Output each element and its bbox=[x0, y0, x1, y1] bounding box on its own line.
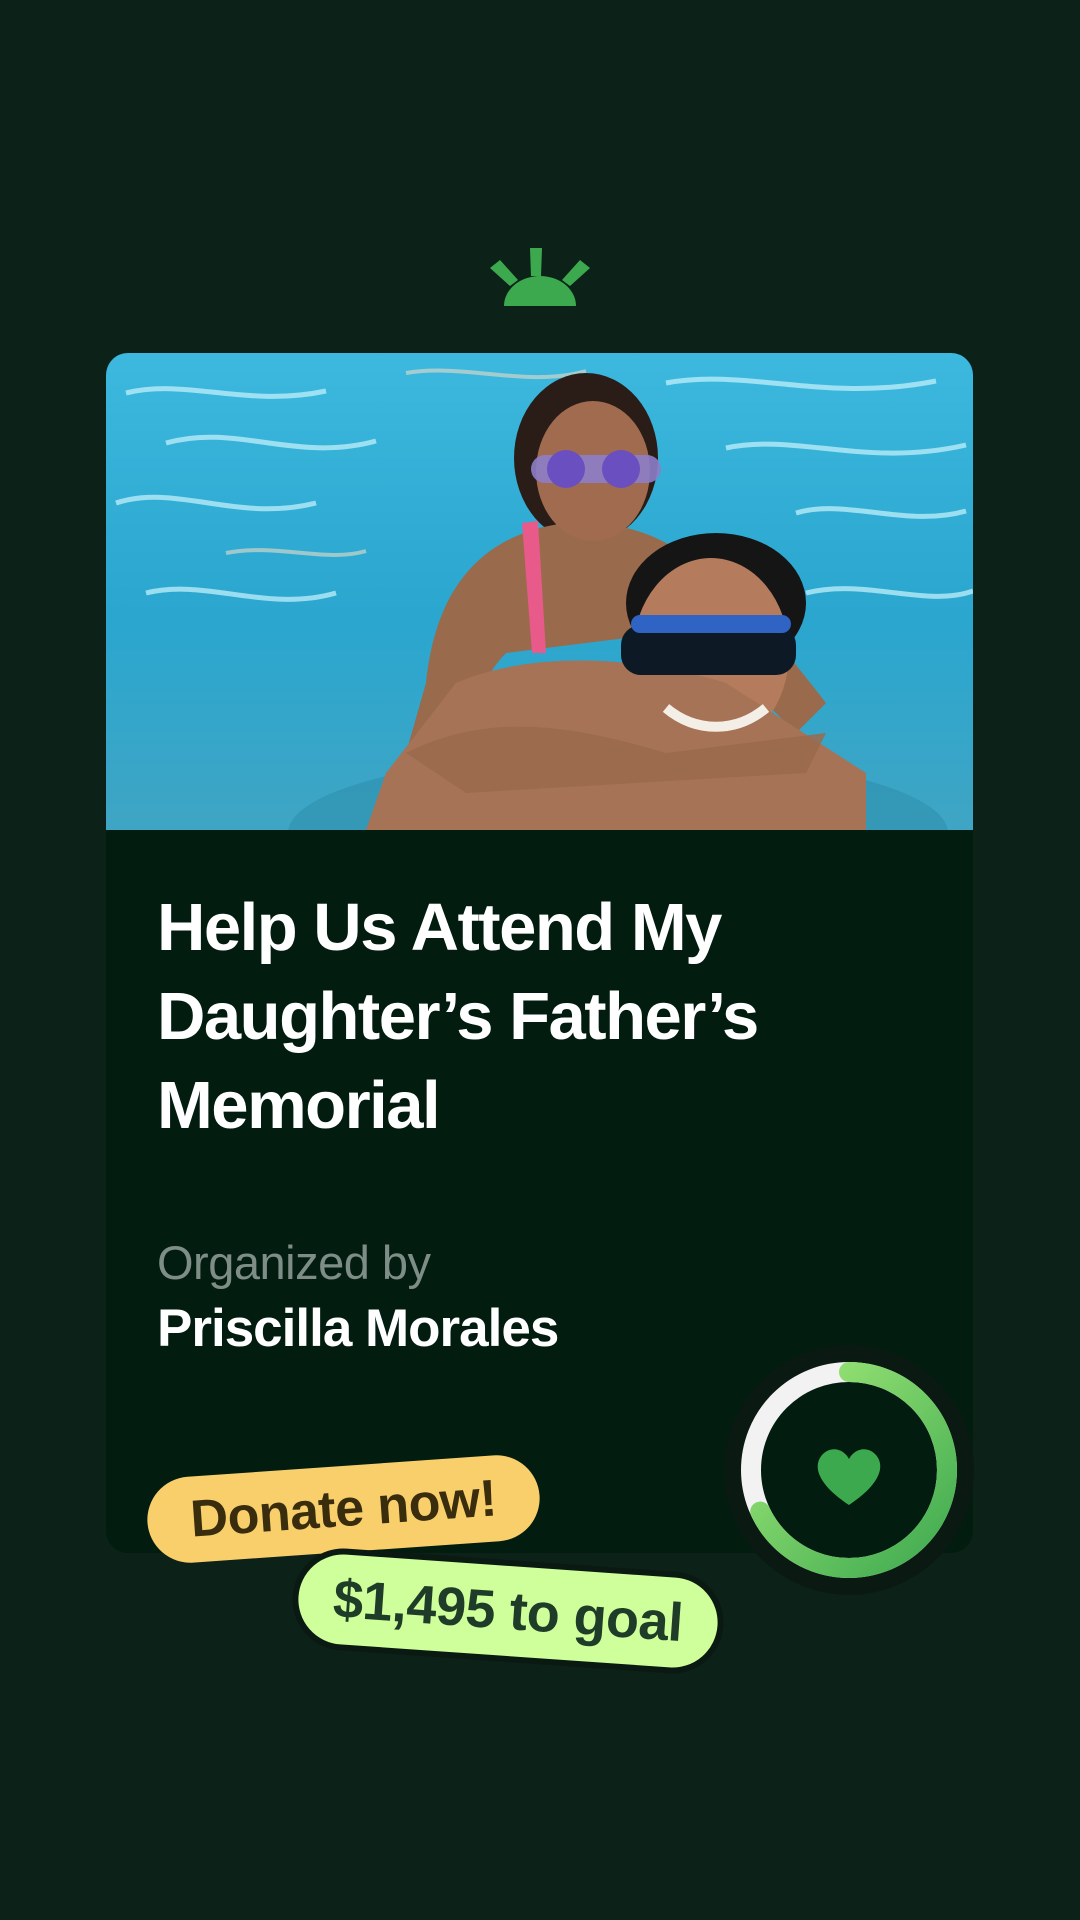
organized-by-label: Organized by bbox=[157, 1236, 431, 1289]
progress-ring bbox=[724, 1345, 974, 1595]
campaign-photo bbox=[106, 353, 973, 830]
donate-now-label: Donate now! bbox=[188, 1469, 499, 1549]
sunrise-logo-icon bbox=[490, 248, 590, 306]
organizer-name[interactable]: Priscilla Morales bbox=[157, 1297, 559, 1361]
campaign-title[interactable]: Help Us Attend My Daughter’s Father’s Me… bbox=[157, 883, 877, 1150]
story-page: Help Us Attend My Daughter’s Father’s Me… bbox=[0, 0, 1080, 1920]
goal-remaining-label: $1,495 to goal bbox=[331, 1568, 685, 1654]
goal-remaining-badge: $1,495 to goal bbox=[288, 1545, 728, 1677]
